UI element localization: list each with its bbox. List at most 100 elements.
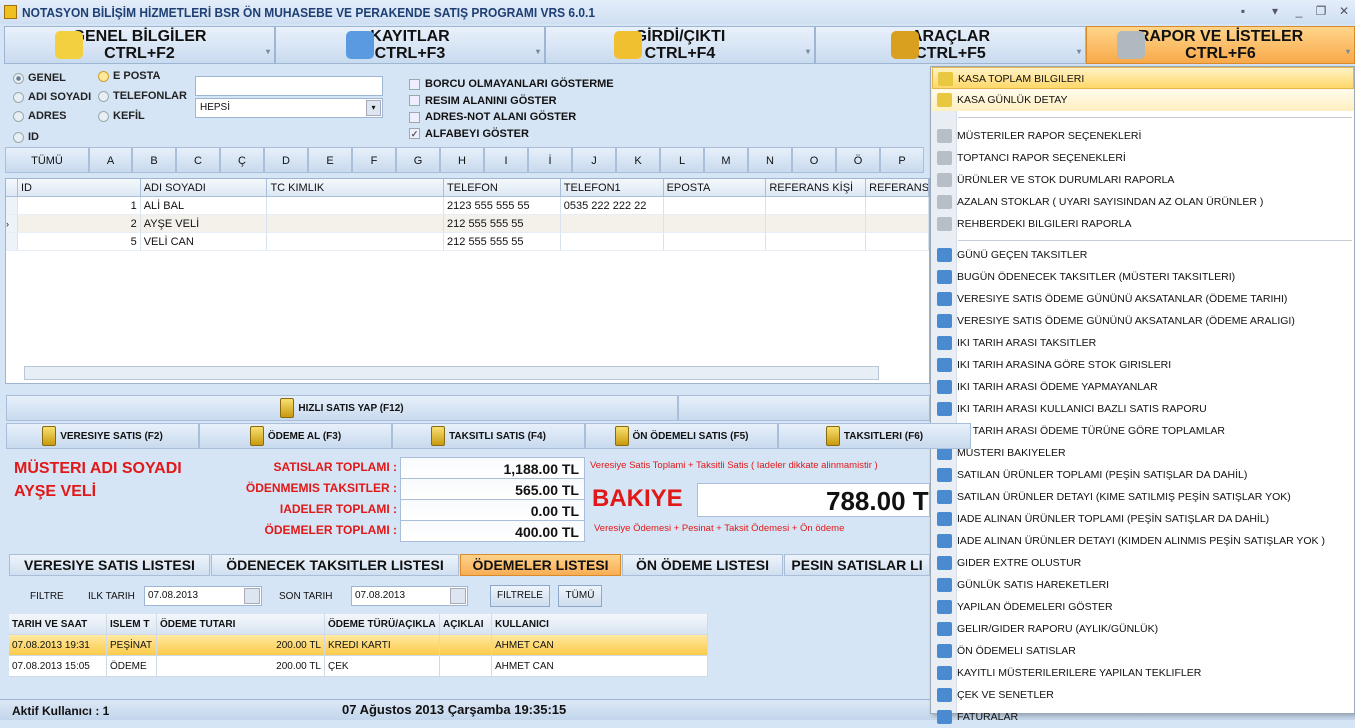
menu-item[interactable]: VERESIYE SATIS ÖDEME GÜNÜNÜ AKSATANLAR (… — [932, 288, 1354, 310]
dropdown-icon[interactable]: ▾ — [1266, 4, 1284, 18]
column-header[interactable]: ADI SOYADI — [140, 179, 268, 197]
column-header[interactable]: TELEFON1 — [560, 179, 664, 197]
menu-item[interactable]: KASA TOPLAM BILGILERI — [932, 67, 1354, 89]
menu-item[interactable]: GÜNÜ GEÇEN TAKSITLER — [932, 244, 1354, 266]
start-date-input[interactable]: 07.08.2013 — [144, 586, 262, 606]
checkbox-0[interactable]: BORCU OLMAYANLARI GÖSTERME — [409, 78, 614, 90]
menu-item[interactable]: IKI TARIH ARASI TAKSITLER — [932, 332, 1354, 354]
column-header[interactable]: TC KIMLIK — [267, 179, 445, 197]
alpha-Ö[interactable]: Ö — [836, 147, 880, 173]
table-row[interactable]: 5 VELİ CAN 212 555 555 55 — [6, 233, 929, 251]
column-header[interactable]: TARIH VE SAAT — [9, 614, 107, 635]
chevron-down-icon[interactable]: ▾ — [366, 100, 381, 116]
action-button-3[interactable]: ÖN ÖDEMELI SATIS (F5) — [585, 423, 778, 449]
menu-item[interactable]: AZALAN STOKLAR ( UYARI SAYISINDAN AZ OLA… — [932, 191, 1354, 213]
row-selector[interactable] — [6, 197, 18, 215]
menu-item[interactable]: ÜRÜNLER VE STOK DURUMLARI RAPORLA — [932, 169, 1354, 191]
menu-item[interactable]: REHBERDEKI BILGILERI RAPORLA — [932, 213, 1354, 235]
tab-4[interactable]: PESIN SATISLAR LI — [784, 554, 930, 576]
column-header[interactable]: REFERANS KİŞİ — [766, 179, 867, 197]
column-header[interactable]: ID — [17, 179, 141, 197]
menu-item[interactable]: IADE ALINAN ÜRÜNLER DETAYI (KIMDEN ALINM… — [932, 530, 1354, 552]
menu-item[interactable]: GÜNLÜK SATIS HAREKETLERI — [932, 574, 1354, 596]
alpha-N[interactable]: N — [748, 147, 792, 173]
tab-2[interactable]: ÖDEMELER LISTESI — [460, 554, 621, 576]
menu-item[interactable]: VERESIYE SATIS ÖDEME GÜNÜNÜ AKSATANLAR (… — [932, 310, 1354, 332]
menu-item[interactable]: ÇEK VE SENETLER — [932, 684, 1354, 706]
checkbox-box[interactable]: ✓ — [409, 128, 420, 139]
radio-id[interactable]: ID — [13, 131, 39, 143]
checkbox-box[interactable] — [409, 111, 420, 123]
column-header[interactable]: ÖDEME TÜRÜ/AÇIKLA — [325, 614, 440, 635]
menu-item[interactable]: MÜSTERILER RAPOR SEÇENEKLERİ — [932, 125, 1354, 147]
radio-adi-soyadi[interactable]: ADI SOYADI — [13, 91, 91, 103]
column-header[interactable]: TELEFON — [444, 179, 561, 197]
menu-truck[interactable]: ARAÇLAR CTRL+F5 ▾ — [815, 26, 1086, 64]
table-row[interactable]: 07.08.2013 15:05 ÖDEME 200.00 TL ÇEK AHMET C… — [9, 656, 708, 677]
minimize-button[interactable]: _ — [1290, 4, 1308, 18]
close-button[interactable]: ✕ — [1335, 4, 1353, 18]
table-row[interactable]: 1 ALİ BAL 2123 555 555 55 0535 222 222 22 — [6, 197, 929, 215]
checkbox-1[interactable]: RESIM ALANINI GÖSTER — [409, 95, 557, 107]
checkbox-2[interactable]: ADRES-NOT ALANI GÖSTER — [409, 111, 576, 123]
all-button[interactable]: TÜMÜ — [558, 585, 602, 607]
menu-icon[interactable]: ▪ — [1234, 4, 1252, 18]
column-header[interactable]: EPOSTA — [663, 179, 767, 197]
menu-item[interactable]: YAPILAN ÖDEMELERI GÖSTER — [932, 596, 1354, 618]
menu-item[interactable]: TOPTANCI RAPOR SEÇENEKLERİ — [932, 147, 1354, 169]
action-button-4[interactable]: TAKSITLERI (F6) — [778, 423, 971, 449]
radio-telefonlar[interactable]: TELEFONLAR — [98, 90, 187, 102]
row-selector[interactable]: › — [6, 215, 18, 233]
calendar-dropdown-icon[interactable] — [450, 588, 466, 604]
column-header[interactable]: ÖDEME TUTARI — [157, 614, 325, 635]
menu-arrows[interactable]: GİRDİ/ÇIKTI CTRL+F4 ▾ — [545, 26, 815, 64]
blank-button[interactable] — [678, 395, 930, 421]
column-header[interactable]: REFERANS — [866, 179, 929, 197]
maximize-button[interactable]: ❐ — [1312, 4, 1330, 18]
menu-item[interactable]: SATILAN ÜRÜNLER DETAYI (KIME SATILMIŞ PE… — [932, 486, 1354, 508]
menu-users[interactable]: KAYITLAR CTRL+F3 ▾ — [275, 26, 545, 64]
checkbox-box[interactable] — [409, 95, 420, 106]
quick-sale-button[interactable]: HIZLI SATIS YAP (F12) — [6, 395, 678, 421]
alpha-L[interactable]: L — [660, 147, 704, 173]
end-date-input[interactable]: 07.08.2013 — [351, 586, 468, 606]
column-header[interactable]: AÇIKLAI — [440, 614, 492, 635]
action-button-1[interactable]: ÖDEME AL (F3) — [199, 423, 392, 449]
menu-item[interactable]: SATILAN ÜRÜNLER TOPLAMI (PEŞİN SATIŞLAR … — [932, 464, 1354, 486]
alpha-B[interactable]: B — [132, 147, 176, 173]
calendar-dropdown-icon[interactable] — [244, 588, 260, 604]
alpha-G[interactable]: G — [396, 147, 440, 173]
alpha-E[interactable]: E — [308, 147, 352, 173]
menu-printer[interactable]: RAPOR VE LİSTELER CTRL+F6 ▾ — [1086, 26, 1355, 64]
filter-button[interactable]: FILTRELE — [490, 585, 550, 607]
horizontal-scrollbar[interactable] — [24, 366, 879, 380]
alpha-P[interactable]: P — [880, 147, 924, 173]
menu-item[interactable]: IKI TARIH ARASI ÖDEME YAPMAYANLAR — [932, 376, 1354, 398]
alpha-O[interactable]: O — [792, 147, 836, 173]
checkbox-3[interactable]: ✓ ALFABEYI GÖSTER — [409, 128, 529, 140]
alpha-Ç[interactable]: Ç — [220, 147, 264, 173]
radio-kefil[interactable]: KEFİL — [98, 110, 145, 122]
menu-item[interactable]: GIDER EXTRE OLUSTUR — [932, 552, 1354, 574]
alpha-A[interactable]: A — [89, 147, 132, 173]
alpha-M[interactable]: M — [704, 147, 748, 173]
menu-item[interactable]: IKI TARIH ARASI ÖDEME TÜRÜNE GÖRE TOPLAM… — [932, 420, 1354, 442]
alpha-C[interactable]: C — [176, 147, 220, 173]
menu-item[interactable]: FATURALAR — [932, 706, 1354, 728]
menu-item[interactable]: IADE ALINAN ÜRÜNLER TOPLAMI (PEŞİN SATIŞ… — [932, 508, 1354, 530]
menu-item[interactable]: MÜSTERI BAKIYELER — [932, 442, 1354, 464]
menu-item[interactable]: BUGÜN ÖDENECEK TAKSITLER (MÜSTERI TAKSIT… — [932, 266, 1354, 288]
radio-adres[interactable]: ADRES — [13, 110, 67, 122]
table-row[interactable]: 07.08.2013 19:31 PEŞİNAT 200.00 TL KREDI KA… — [9, 635, 708, 656]
alpha-D[interactable]: D — [264, 147, 308, 173]
tab-3[interactable]: ÖN ÖDEME LISTESI — [622, 554, 783, 576]
menu-item[interactable]: GELIR/GIDER RAPORU (AYLIK/GÜNLÜK) — [932, 618, 1354, 640]
alpha-H[interactable]: H — [440, 147, 484, 173]
alpha-all[interactable]: TÜMÜ — [5, 147, 89, 173]
menu-item[interactable]: ÖN ÖDEMELI SATISLAR — [932, 640, 1354, 662]
menu-item[interactable]: KAYITLI MÜSTERILERILERE YAPILAN TEKLIFLE… — [932, 662, 1354, 684]
tab-0[interactable]: VERESIYE SATIS LISTESI — [9, 554, 210, 576]
menu-item[interactable]: IKI TARIH ARASI KULLANICI BAZLI SATIS RA… — [932, 398, 1354, 420]
menu-monitor[interactable]: GENEL BİLGİLER CTRL+F2 ▾ — [4, 26, 275, 64]
action-button-2[interactable]: TAKSITLI SATIS (F4) — [392, 423, 585, 449]
